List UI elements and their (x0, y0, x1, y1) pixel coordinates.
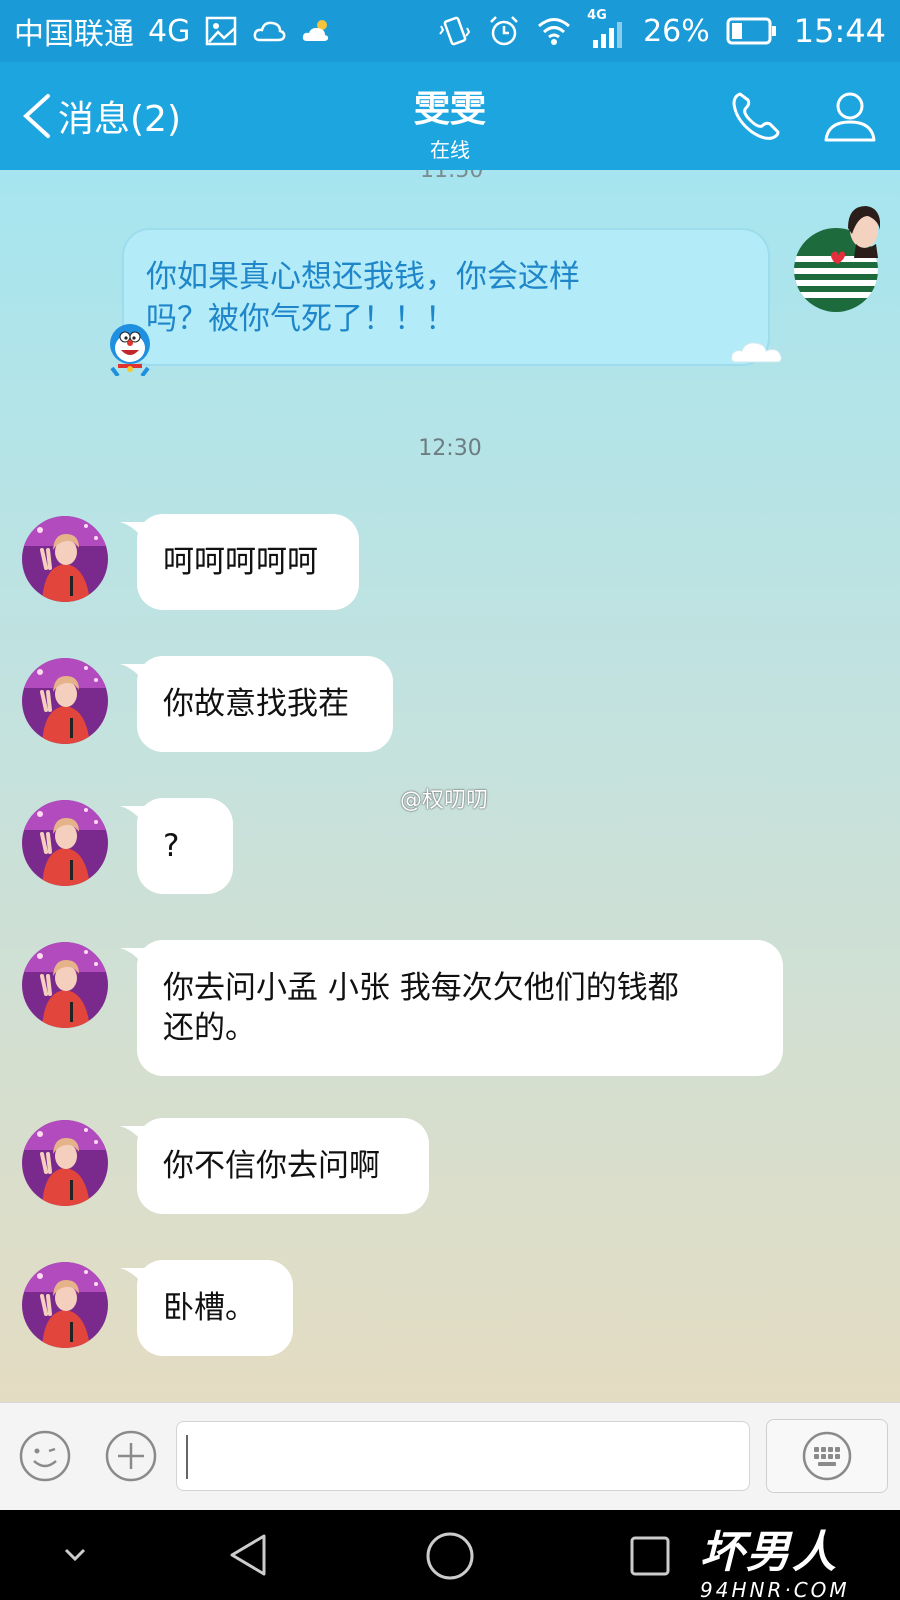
chevron-down-icon[interactable] (60, 1540, 90, 1570)
timestamp-cutoff: 11:50 (420, 170, 484, 183)
message-text: 卧槽。 (163, 1290, 256, 1326)
received-message-bubble[interactable]: 你去问小孟 小张 我每次欠他们的钱都 还的。 (137, 940, 783, 1076)
status-bar: 中国联通 4G 4G 26% 15:44 (0, 0, 900, 62)
input-bar (0, 1402, 900, 1510)
sent-message-bubble[interactable]: 你如果真心想还我钱，你会这样 吗？被你气死了！！！ (122, 228, 770, 366)
battery-icon (726, 17, 776, 45)
clock-time: 15:44 (793, 12, 886, 50)
my-avatar[interactable] (792, 200, 880, 314)
back-button[interactable]: 消息(2) (20, 90, 181, 142)
vibrate-icon (439, 16, 471, 46)
contact-avatar[interactable] (22, 658, 108, 744)
keyboard-toggle-button[interactable] (766, 1419, 888, 1493)
plus-icon[interactable] (104, 1429, 158, 1483)
text-cursor (186, 1435, 188, 1479)
sent-message-line: 吗？被你气死了！！！ (146, 301, 456, 337)
emoji-icon[interactable] (18, 1429, 72, 1483)
message-text: 你去问小孟 小张 我每次欠他们的钱都 (163, 970, 679, 1006)
contact-avatar[interactable] (22, 1120, 108, 1206)
weather-icon (303, 20, 329, 41)
received-message-bubble[interactable]: 卧槽。 (137, 1260, 293, 1356)
message-text: 还的。 (163, 1010, 256, 1046)
recents-square-icon[interactable] (628, 1534, 672, 1578)
signal-icon: 4G (587, 8, 627, 48)
message-input[interactable] (176, 1421, 750, 1491)
timestamp: 12:30 (418, 436, 482, 461)
avatar-photo (22, 942, 108, 1028)
chat-area[interactable]: 11:50 你如果真心想还我钱，你会这样 吗？被你气死了！！！ 12:30 呵呵… (0, 170, 900, 1402)
system-nav-bar: 坏男人 94HNR·COM (0, 1510, 900, 1600)
alarm-icon (490, 16, 518, 46)
avatar-photo (22, 516, 108, 602)
battery-percent: 26% (643, 13, 710, 49)
contact-name: 雯雯 (413, 89, 486, 130)
chat-header: 消息(2) 雯雯 在线 (0, 62, 900, 170)
message-text: 呵呵呵呵呵 (163, 544, 318, 580)
contact-avatar[interactable] (22, 1262, 108, 1348)
sent-message-line: 你如果真心想还我钱，你会这样 (146, 259, 580, 295)
phone-icon[interactable] (728, 88, 784, 144)
cloud-decoration-icon (731, 342, 782, 363)
chevron-left-icon (23, 94, 50, 138)
image-icon (206, 16, 237, 46)
contact-avatar[interactable] (22, 516, 108, 602)
received-message-bubble[interactable]: 你不信你去问啊 (137, 1118, 429, 1214)
site-watermark-logo: 坏男人 94HNR·COM (700, 1516, 890, 1600)
contact-status: 在线 (430, 138, 470, 162)
avatar-photo (22, 1262, 108, 1348)
avatar-photo (22, 800, 108, 886)
received-message-bubble[interactable]: 你故意找我茬 (137, 656, 393, 752)
message-text: 你故意找我茬 (163, 686, 349, 722)
back-triangle-icon[interactable] (226, 1532, 272, 1578)
avatar-photo (22, 1120, 108, 1206)
contact-avatar[interactable] (22, 942, 108, 1028)
wifi-icon (538, 18, 571, 45)
back-label: 消息(2) (58, 99, 181, 140)
logo-en-text: 94HNR·COM (700, 1578, 850, 1600)
network-type-label: 4G (148, 13, 191, 49)
contact-avatar[interactable] (22, 800, 108, 886)
watermark-label: @权叨叨 (400, 788, 489, 813)
doraemon-sticker-icon (110, 324, 150, 376)
home-circle-icon[interactable] (424, 1530, 476, 1582)
logo-cn-text: 坏男人 (700, 1527, 838, 1578)
avatar-photo (22, 658, 108, 744)
message-text: 你不信你去问啊 (163, 1148, 380, 1184)
contact-title: 雯雯 在线 (350, 80, 550, 163)
received-message-bubble[interactable]: ? (137, 798, 233, 894)
keyboard-icon (802, 1431, 852, 1481)
message-text: ? (163, 828, 180, 864)
cloud-icon (253, 21, 286, 42)
carrier-label: 中国联通 (14, 17, 134, 52)
profile-icon[interactable] (820, 86, 880, 146)
received-message-bubble[interactable]: 呵呵呵呵呵 (137, 514, 359, 610)
